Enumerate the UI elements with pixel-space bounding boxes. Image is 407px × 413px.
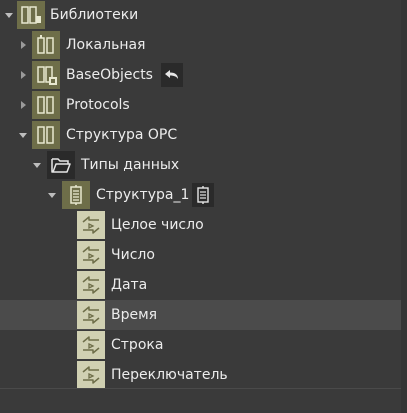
protocols-library-icon (32, 91, 60, 119)
tree-label: Время (111, 307, 158, 323)
base-objects-library-icon (32, 61, 60, 89)
tree-label: Библиотеки (50, 7, 139, 23)
caret-collapsed-icon[interactable] (18, 40, 28, 50)
tree-row-field[interactable]: Число (0, 240, 401, 270)
local-library-icon (32, 31, 60, 59)
undo-arrow-icon[interactable] (161, 63, 183, 87)
tree-row-structure-1[interactable]: Структура_1 (0, 180, 401, 210)
tree-row-library-local[interactable]: Локальная (0, 30, 401, 60)
tree-row-field[interactable]: Строка (0, 330, 401, 360)
panel-divider (0, 388, 407, 389)
libraries-icon (17, 1, 45, 29)
field-type-icon (77, 331, 105, 359)
tree-label: Protocols (66, 97, 130, 113)
folder-open-icon (47, 151, 75, 179)
tree-row-library-baseobjects[interactable]: BaseObjects (0, 60, 401, 90)
field-type-icon (77, 271, 105, 299)
caret-expanded-icon[interactable] (32, 160, 42, 170)
field-type-icon (77, 211, 105, 239)
structure-small-icon[interactable] (192, 183, 214, 207)
opc-structure-library-icon (32, 121, 60, 149)
tree-label: Структура_1 (96, 187, 190, 203)
tree-label: Локальная (66, 37, 146, 53)
caret-collapsed-icon[interactable] (18, 100, 28, 110)
tree-label: Переключатель (111, 367, 228, 383)
tree-row-data-types[interactable]: Типы данных (0, 150, 401, 180)
tree-label: Структура OPC (66, 127, 178, 143)
caret-expanded-icon[interactable] (18, 130, 28, 140)
field-type-icon (77, 301, 105, 329)
structure-icon (62, 181, 90, 209)
tree-row-field[interactable]: Переключатель (0, 360, 401, 390)
tree-row-library-protocols[interactable]: Protocols (0, 90, 401, 120)
tree-label: Число (111, 247, 155, 263)
caret-expanded-icon[interactable] (4, 10, 14, 20)
tree-row-library-opc-structure[interactable]: Структура OPC (0, 120, 401, 150)
library-tree-panel: Библиотеки Локальная BaseObjects Protoco… (0, 0, 407, 413)
tree-label: BaseObjects (66, 67, 153, 83)
tree-label: Строка (111, 337, 164, 353)
field-type-icon (77, 361, 105, 389)
tree-row-field-selected[interactable]: Время (0, 300, 401, 330)
tree-label: Типы данных (81, 157, 180, 173)
caret-expanded-icon[interactable] (47, 190, 57, 200)
tree-row-field[interactable]: Целое число (0, 210, 401, 240)
caret-collapsed-icon[interactable] (18, 70, 28, 80)
tree-row-libraries[interactable]: Библиотеки (0, 0, 401, 30)
tree-label: Дата (111, 277, 148, 293)
tree-row-field[interactable]: Дата (0, 270, 401, 300)
field-type-icon (77, 241, 105, 269)
tree-label: Целое число (111, 217, 204, 233)
scrollbar-track[interactable] (401, 0, 407, 413)
